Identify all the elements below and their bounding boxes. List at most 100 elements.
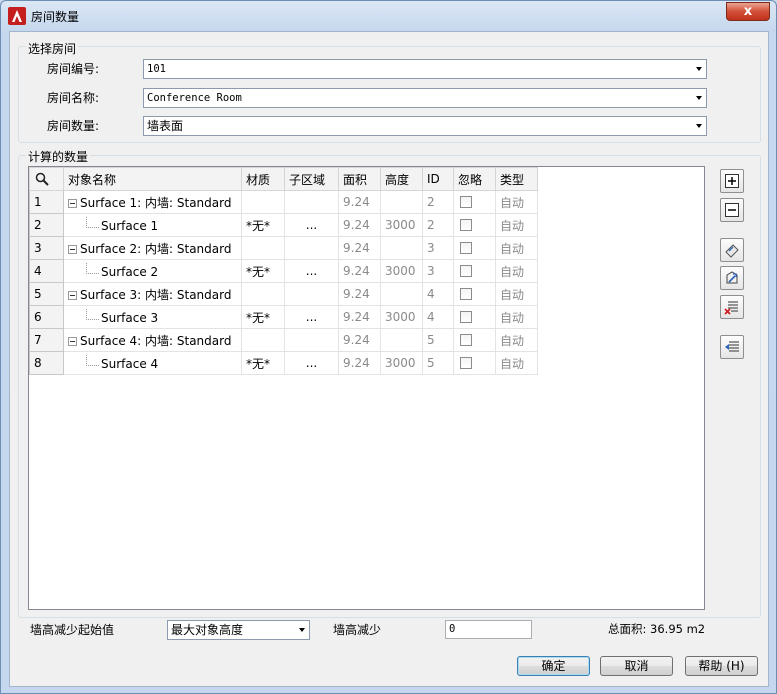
cell-name[interactable]: Surface 4: 内墙: Standard [63, 328, 242, 352]
cell-ignore[interactable] [453, 190, 496, 214]
table-row[interactable]: 1 Surface 1: 内墙: Standard 9.24 2 自动 [29, 190, 538, 214]
delete-surface-button[interactable] [720, 295, 744, 319]
row-number[interactable]: 7 [29, 328, 64, 352]
cell-subregion[interactable] [284, 282, 339, 306]
cell-material[interactable]: *无* [241, 213, 285, 237]
cell-subregion[interactable] [284, 328, 339, 352]
ignore-checkbox[interactable] [460, 196, 472, 208]
cell-name[interactable]: Surface 4 [63, 351, 242, 375]
collapse-all-button[interactable] [720, 198, 744, 222]
tree-collapse-icon[interactable] [68, 336, 77, 346]
cell-type: 自动 [495, 282, 538, 306]
cell-material[interactable] [241, 328, 285, 352]
tree-collapse-icon[interactable] [68, 198, 77, 208]
ignore-checkbox[interactable] [460, 265, 472, 277]
cell-height: 3000 [380, 305, 423, 329]
import-button[interactable] [720, 335, 744, 359]
add-surface-button[interactable] [720, 238, 744, 262]
wall-reduce-start-combo[interactable]: 最大对象高度 [167, 620, 310, 640]
row-number[interactable]: 3 [29, 236, 64, 260]
quantity-grid[interactable]: 对象名称 材质 子区域 面积 高度 ID 忽略 类型 1 Surface 1: 内… [28, 166, 705, 610]
col-header-ignore[interactable]: 忽略 [453, 167, 496, 191]
table-row[interactable]: 7 Surface 4: 内墙: Standard 9.24 5 自动 [29, 328, 538, 352]
cell-name[interactable]: Surface 3: 内墙: Standard [63, 282, 242, 306]
ignore-checkbox[interactable] [460, 357, 472, 369]
edit-surface-icon [726, 271, 738, 284]
table-row[interactable]: 4 Surface 2 *无*... 9.24 3000 3 自动 [29, 259, 538, 283]
cell-ignore[interactable] [453, 282, 496, 306]
tree-branch-line [86, 217, 99, 228]
cell-material[interactable]: *无* [241, 351, 285, 375]
cell-ignore[interactable] [453, 259, 496, 283]
ignore-checkbox[interactable] [460, 288, 472, 300]
tree-branch-line [86, 355, 99, 366]
row-number[interactable]: 6 [29, 305, 64, 329]
room-number-combo[interactable]: 101 [143, 59, 707, 79]
help-button[interactable]: 帮助 (H) [685, 656, 758, 676]
cell-material[interactable] [241, 236, 285, 260]
wall-reduce-label: 墙高减少 [333, 623, 382, 637]
ignore-checkbox[interactable] [460, 242, 472, 254]
row-number[interactable]: 8 [29, 351, 64, 375]
close-button[interactable]: x [726, 2, 770, 21]
expand-all-button[interactable] [720, 169, 744, 193]
cell-name[interactable]: Surface 1: 内墙: Standard [63, 190, 242, 214]
cell-type: 自动 [495, 190, 538, 214]
row-number[interactable]: 5 [29, 282, 64, 306]
chevron-down-icon [696, 96, 702, 100]
cell-id: 3 [422, 259, 454, 283]
select-room-group-label: 选择房间 [26, 40, 79, 57]
cell-subregion[interactable]: ... [284, 351, 339, 375]
cancel-button[interactable]: 取消 [600, 656, 673, 676]
cell-name[interactable]: Surface 2 [63, 259, 242, 283]
cell-height: 3000 [380, 351, 423, 375]
cell-ignore[interactable] [453, 351, 496, 375]
cell-subregion[interactable] [284, 190, 339, 214]
cell-ignore[interactable] [453, 236, 496, 260]
col-header-type[interactable]: 类型 [495, 167, 538, 191]
edit-surface-button[interactable] [720, 266, 744, 290]
room-name-combo[interactable]: Conference Room [143, 88, 707, 108]
col-header-material[interactable]: 材质 [241, 167, 285, 191]
ok-button[interactable]: 确定 [517, 656, 590, 676]
cell-material[interactable] [241, 282, 285, 306]
col-header-name[interactable]: 对象名称 [63, 167, 242, 191]
cell-ignore[interactable] [453, 328, 496, 352]
ignore-checkbox[interactable] [460, 311, 472, 323]
cell-subregion[interactable] [284, 236, 339, 260]
cell-subregion[interactable]: ... [284, 213, 339, 237]
table-row[interactable]: 8 Surface 4 *无*... 9.24 3000 5 自动 [29, 351, 538, 375]
cell-name[interactable]: Surface 2: 内墙: Standard [63, 236, 242, 260]
room-name-value: Conference Room [147, 92, 242, 104]
ignore-checkbox[interactable] [460, 219, 472, 231]
col-header-height[interactable]: 高度 [380, 167, 423, 191]
room-count-combo[interactable]: 墙表面 [143, 116, 707, 136]
title-bar[interactable]: 房间数量 x [1, 1, 776, 31]
table-row[interactable]: 3 Surface 2: 内墙: Standard 9.24 3 自动 [29, 236, 538, 260]
wall-reduce-input[interactable]: 0 [445, 620, 532, 639]
table-row[interactable]: 2 Surface 1 *无*... 9.24 3000 2 自动 [29, 213, 538, 237]
tree-collapse-icon[interactable] [68, 244, 77, 254]
cell-subregion[interactable]: ... [284, 259, 339, 283]
col-header-id[interactable]: ID [422, 167, 454, 191]
cell-material[interactable]: *无* [241, 305, 285, 329]
search-header-cell[interactable] [29, 167, 64, 191]
cell-name[interactable]: Surface 3 [63, 305, 242, 329]
table-row[interactable]: 5 Surface 3: 内墙: Standard 9.24 4 自动 [29, 282, 538, 306]
tree-collapse-icon[interactable] [68, 290, 77, 300]
col-header-area[interactable]: 面积 [338, 167, 381, 191]
row-number[interactable]: 2 [29, 213, 64, 237]
table-row[interactable]: 6 Surface 3 *无*... 9.24 3000 4 自动 [29, 305, 538, 329]
row-number[interactable]: 4 [29, 259, 64, 283]
cell-name[interactable]: Surface 1 [63, 213, 242, 237]
cell-ignore[interactable] [453, 305, 496, 329]
row-number[interactable]: 1 [29, 190, 64, 214]
cell-area: 9.24 [338, 259, 381, 283]
ignore-checkbox[interactable] [460, 334, 472, 346]
cell-material[interactable]: *无* [241, 259, 285, 283]
cell-subregion[interactable]: ... [284, 305, 339, 329]
col-header-subregion[interactable]: 子区域 [284, 167, 339, 191]
search-icon[interactable] [35, 172, 49, 186]
cell-material[interactable] [241, 190, 285, 214]
cell-ignore[interactable] [453, 213, 496, 237]
